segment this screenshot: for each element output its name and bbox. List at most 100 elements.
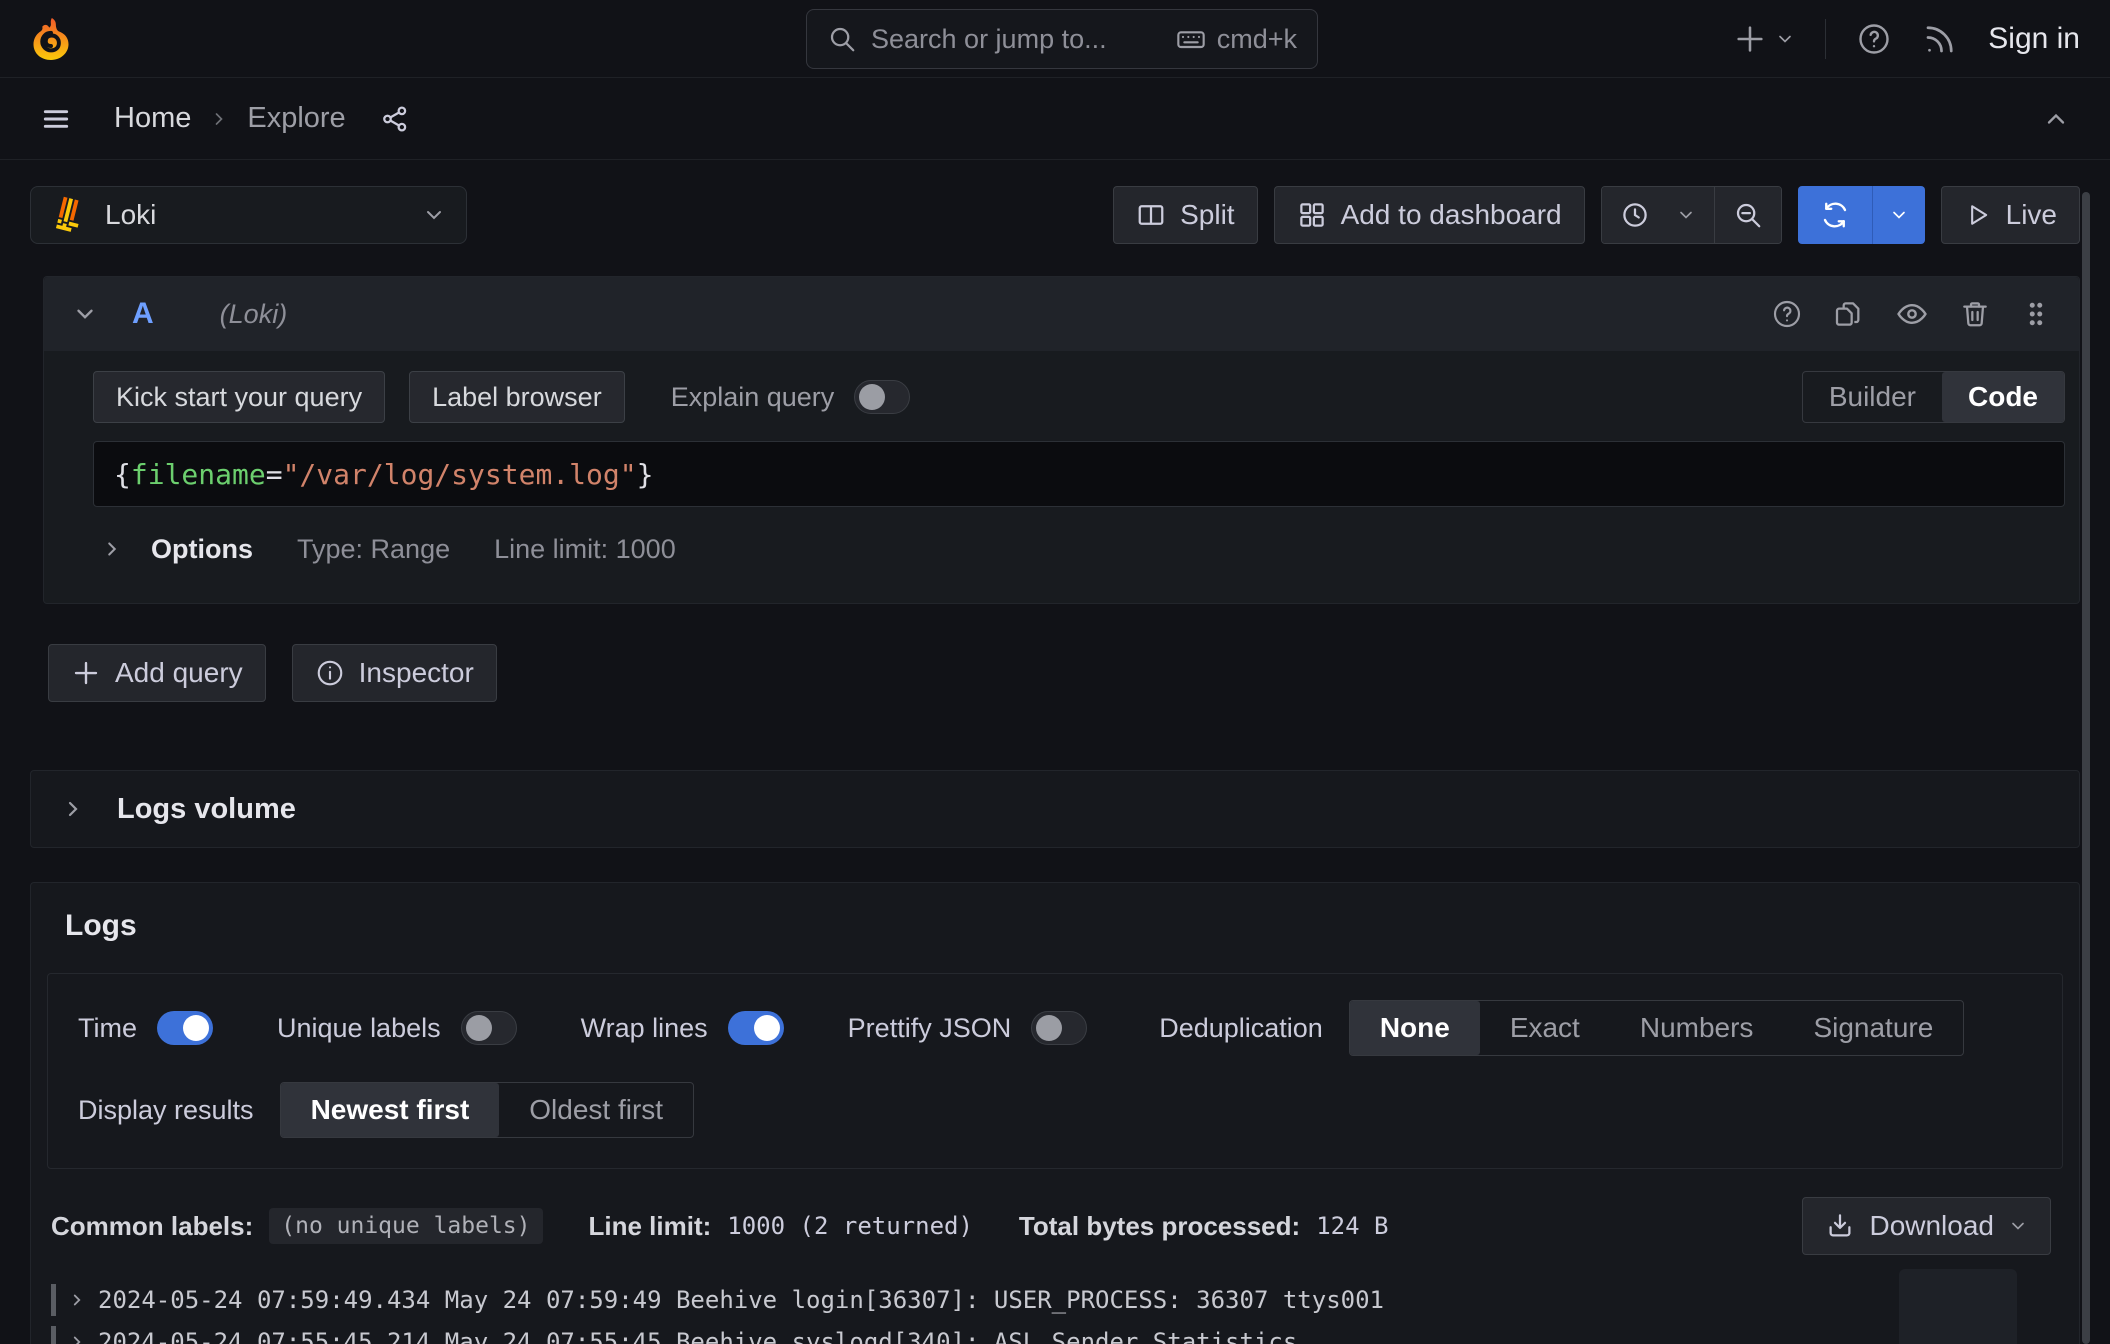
collapse-panel-chevron-up-icon[interactable] [2042,105,2070,133]
query-close-brace: } [637,458,654,491]
clock-icon [1620,200,1650,230]
start-of-range-marker[interactable]: Start of range [1899,1269,2017,1344]
chevron-down-icon [1676,205,1696,225]
split-icon [1136,200,1166,230]
zoom-out-time-button[interactable] [1714,187,1781,243]
dedup-numbers[interactable]: Numbers [1610,1001,1784,1055]
log-row[interactable]: 2024-05-24 07:59:49.434 May 24 07:59:49 … [51,1279,2063,1321]
inspector-label: Inspector [359,657,474,689]
editor-mode-group: Builder Code [1802,371,2065,423]
page-scrollbar[interactable] [2082,192,2090,1344]
zoom-out-icon [1733,200,1763,230]
chevron-down-icon [422,203,446,227]
query-code-input[interactable]: {filename="/var/log/system.log"} [93,441,2065,507]
split-button[interactable]: Split [1113,186,1257,244]
options-line-limit-summary: Line limit: 1000 [494,534,676,565]
dedup-signature[interactable]: Signature [1783,1001,1963,1055]
menu-hamburger-icon[interactable] [40,103,72,135]
expand-log-chevron-icon[interactable] [68,1333,86,1344]
time-toggle[interactable] [157,1011,213,1045]
editor-mode-code[interactable]: Code [1942,372,2064,422]
logs-panel: Logs Time Unique labels Wrap lines Prett… [30,882,2080,1344]
prettify-json-toggle[interactable] [1031,1011,1087,1045]
unique-labels-toggle[interactable] [461,1011,517,1045]
play-icon [1964,201,1992,229]
breadcrumb-chevron-icon [209,109,229,129]
explore-content: Loki Split [0,160,2110,1344]
toggle-visibility-eye-icon[interactable] [1895,297,1929,331]
order-oldest-first[interactable]: Oldest first [499,1083,693,1137]
query-help-icon[interactable] [1771,298,1803,330]
download-button[interactable]: Download [1802,1197,2051,1255]
log-row[interactable]: 2024-05-24 07:55:45.214 May 24 07:55:45 … [51,1321,2063,1344]
topnav-divider [1825,19,1826,59]
line-limit-value: 1000 (2 returned) [727,1212,973,1240]
new-menu-button[interactable] [1733,22,1795,56]
explore-toolbar: Loki Split [30,186,2080,244]
log-level-indicator [51,1326,56,1344]
breadcrumb-explore[interactable]: Explore [247,102,345,135]
total-bytes-label: Total bytes processed: [1019,1211,1300,1242]
collapse-query-chevron-icon[interactable] [72,301,98,327]
explain-query-toggle[interactable] [854,380,910,414]
query-equals: = [266,458,283,491]
deduplication-group: None Exact Numbers Signature [1349,1000,1965,1056]
dedup-exact[interactable]: Exact [1480,1001,1610,1055]
split-label: Split [1180,199,1234,231]
run-query-interval-dropdown[interactable] [1872,186,1925,244]
order-newest-first[interactable]: Newest first [281,1083,500,1137]
search-input[interactable]: Search or jump to... cmd+k [806,9,1318,69]
query-row-header[interactable]: A (Loki) [44,277,2079,351]
result-order-group: Newest first Oldest first [280,1082,695,1138]
breadcrumb-home[interactable]: Home [114,102,191,135]
editor-mode-builder[interactable]: Builder [1803,372,1942,422]
wrap-lines-toggle[interactable] [728,1011,784,1045]
add-to-dashboard-label: Add to dashboard [1341,199,1562,231]
query-label-value: "/var/log/system.log" [283,458,637,491]
inspector-button[interactable]: Inspector [292,644,497,702]
loki-logo-icon [51,196,89,234]
keyboard-icon [1175,23,1207,55]
top-nav: Search or jump to... cmd+k [0,0,2110,78]
wrap-lines-toggle-label: Wrap lines [581,1013,708,1044]
expand-log-chevron-icon[interactable] [68,1291,86,1309]
breadcrumb-bar: Home Explore [0,78,2110,160]
datasource-name: Loki [105,199,406,231]
kick-start-query-button[interactable]: Kick start your query [93,371,385,423]
delete-query-trash-icon[interactable] [1959,298,1991,330]
query-options-collapse[interactable]: Options Type: Range Line limit: 1000 [93,519,2065,579]
refresh-sync-icon [1820,200,1850,230]
log-level-indicator [51,1284,56,1316]
logs-panel-title: Logs [65,909,2063,943]
log-timestamp: 2024-05-24 07:59:49.434 [98,1286,430,1314]
logs-volume-chevron-right-icon [61,797,85,821]
label-browser-button[interactable]: Label browser [409,371,625,423]
add-query-button[interactable]: Add query [48,644,266,702]
logs-volume-title: Logs volume [117,793,296,826]
log-timestamp: 2024-05-24 07:55:45.214 [98,1328,430,1344]
time-picker-button[interactable] [1602,187,1714,243]
add-to-dashboard-button[interactable]: Add to dashboard [1274,186,1585,244]
query-ref-id[interactable]: A [132,297,154,331]
live-button[interactable]: Live [1941,186,2080,244]
logs-volume-panel[interactable]: Logs volume [30,770,2080,848]
search-icon [827,24,857,54]
query-row-panel: A (Loki) [43,276,2080,604]
logs-meta-row: Common labels: (no unique labels) Line l… [47,1197,2063,1255]
plus-icon [71,658,101,688]
run-query-controls [1798,186,1925,244]
datasource-picker[interactable]: Loki [30,186,467,244]
help-icon[interactable] [1856,21,1892,57]
dedup-none[interactable]: None [1350,1001,1480,1055]
share-icon[interactable] [380,104,410,134]
search-shortcut: cmd+k [1217,24,1297,55]
options-type-summary: Type: Range [297,534,450,565]
news-rss-icon[interactable] [1922,21,1958,57]
duplicate-query-icon[interactable] [1833,298,1865,330]
grafana-logo[interactable] [30,16,72,62]
common-labels-value: (no unique labels) [269,1208,542,1244]
query-actions: Add query Inspector [48,644,2080,704]
sign-in-button[interactable]: Sign in [1988,22,2080,56]
run-query-button[interactable] [1798,186,1872,244]
drag-handle-grip-icon[interactable] [2021,298,2051,330]
